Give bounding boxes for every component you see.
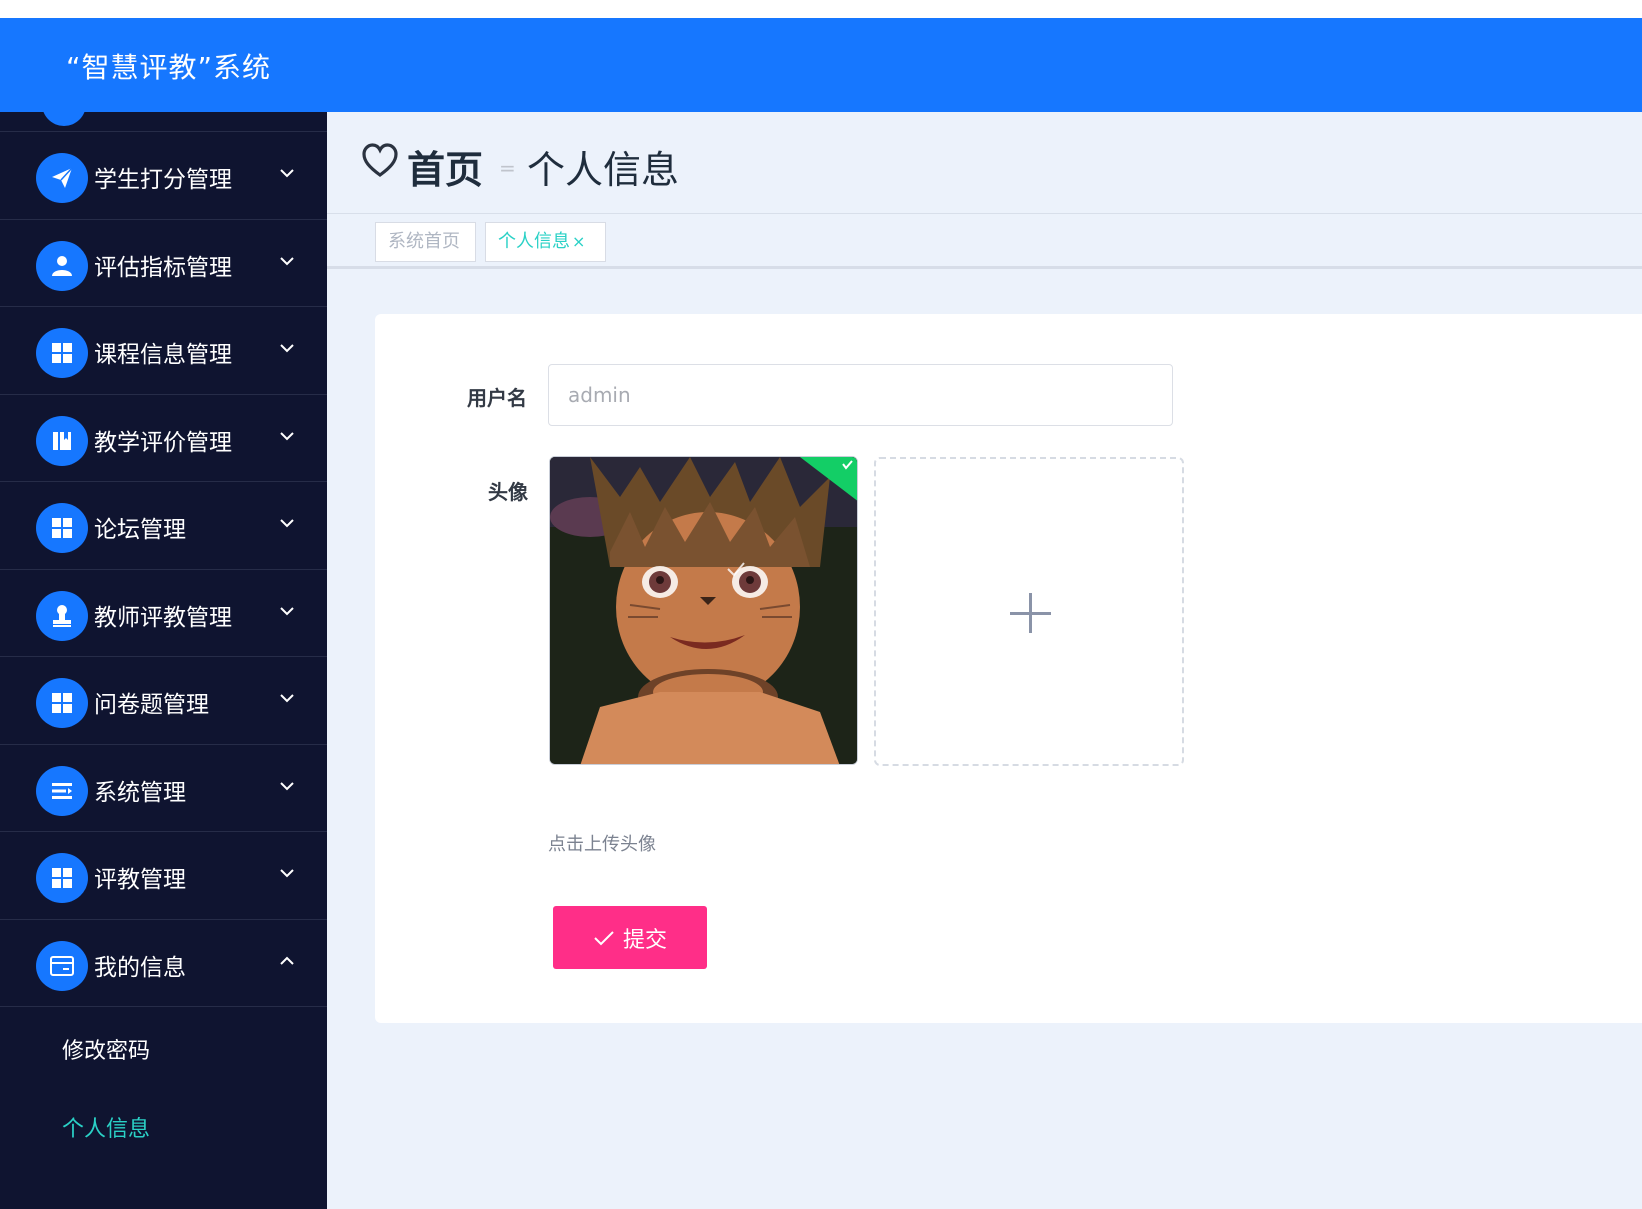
close-icon[interactable]: ×: [572, 232, 585, 251]
check-icon: [594, 930, 614, 945]
sidebar-scrolled-item: [0, 112, 327, 132]
breadcrumb-current: 个人信息: [527, 148, 680, 192]
avatar-image: [550, 457, 857, 764]
tag-label: 个人信息: [498, 231, 570, 252]
sidebar-item-evaluation[interactable]: 评教管理: [0, 832, 327, 920]
tag-personal-info[interactable]: 个人信息 ×: [485, 222, 606, 262]
sidebar-item-student-scoring[interactable]: 学生打分管理: [0, 132, 327, 220]
paper-plane-icon: [36, 153, 88, 203]
upload-hint: 点击上传头像: [548, 834, 656, 855]
breadcrumb: 首页 = 个人信息: [327, 112, 1642, 214]
sidebar-item-questionnaire[interactable]: 问卷题管理: [0, 657, 327, 745]
avatar-upload-button[interactable]: [874, 457, 1184, 766]
browser-strip: [0, 0, 1642, 18]
chevron-down-icon: [280, 256, 294, 265]
tag-system-home[interactable]: 系统首页: [375, 222, 476, 262]
chevron-down-icon: [280, 519, 294, 528]
sidebar-item-label: 学生打分管理: [94, 167, 232, 193]
book-icon: [36, 415, 88, 466]
username-field-wrapper: [548, 364, 1173, 426]
sidebar-item-label: 评估指标管理: [94, 254, 232, 281]
avatar-label: 头像: [488, 480, 528, 504]
sidebar-menu: 学生打分管理 评估指标管理 课程信息管理 教学评价管理 论坛管理 教师评教管理 …: [0, 132, 327, 1163]
sidebar-item-label: 我的信息: [94, 954, 186, 981]
username-label: 用户名: [467, 386, 527, 410]
sidebar-item-course-info[interactable]: 课程信息管理: [0, 307, 327, 395]
sidebar-subitem-label: 个人信息: [62, 1117, 151, 1142]
sidebar-item-label: 问卷题管理: [94, 692, 209, 718]
grid-icon: [36, 328, 88, 378]
sidebar-item-label: 评教管理: [94, 867, 186, 893]
stamp-icon: [36, 590, 88, 641]
sidebar-item-label: 教师评教管理: [94, 604, 232, 631]
username-field[interactable]: [549, 365, 1172, 425]
chevron-down-icon: [280, 169, 294, 178]
chevron-down-icon: [280, 344, 294, 353]
submit-button[interactable]: 提交: [553, 906, 707, 969]
sidebar-item-teacher-evaluation[interactable]: 教师评教管理: [0, 570, 327, 657]
sidebar-subitem-change-password[interactable]: 修改密码: [0, 1007, 327, 1085]
app-title: “智慧评教”系统: [66, 51, 272, 84]
avatar-thumbnail[interactable]: [549, 456, 858, 765]
user-icon: [36, 240, 88, 291]
sidebar-item-label: 系统管理: [94, 779, 186, 806]
card-icon: [36, 940, 88, 991]
tag-label: 系统首页: [388, 231, 460, 252]
grid-icon: [36, 503, 88, 553]
breadcrumb-home[interactable]: 首页: [407, 139, 483, 194]
chevron-down-icon: [280, 869, 294, 878]
sidebar-item-my-info[interactable]: 我的信息: [0, 920, 327, 1007]
tags-view: 系统首页 个人信息 ×: [327, 214, 1642, 269]
sidebar-item-system[interactable]: 系统管理: [0, 745, 327, 832]
sidebar-item-label: 课程信息管理: [94, 342, 232, 368]
list-icon: [36, 765, 88, 816]
chevron-down-icon: [280, 694, 294, 703]
app-header: “智慧评教”系统: [0, 18, 1642, 112]
grid-icon: [36, 678, 88, 728]
sidebar-subitem-personal-info[interactable]: 个人信息: [0, 1085, 327, 1163]
sidebar-item-label: 教学评价管理: [94, 429, 232, 456]
chevron-up-icon: [280, 956, 294, 965]
heart-icon: [362, 143, 398, 177]
sidebar-item-teaching-evaluation[interactable]: 教学评价管理: [0, 395, 327, 482]
sidebar-item-label: 论坛管理: [94, 517, 186, 543]
submit-button-label: 提交: [622, 927, 667, 953]
chevron-down-icon: [280, 781, 294, 790]
chevron-down-icon: [280, 606, 294, 615]
sidebar-item-evaluation-index[interactable]: 评估指标管理: [0, 220, 327, 307]
sidebar-item-forum[interactable]: 论坛管理: [0, 482, 327, 570]
profile-form-card: 用户名 头像: [375, 314, 1642, 1023]
sidebar: 学生打分管理 评估指标管理 课程信息管理 教学评价管理 论坛管理 教师评教管理 …: [0, 112, 327, 1209]
chevron-down-icon: [280, 431, 294, 440]
sidebar-subitem-label: 修改密码: [62, 1039, 151, 1064]
grid-icon: [36, 853, 88, 903]
breadcrumb-separator: =: [499, 156, 516, 180]
